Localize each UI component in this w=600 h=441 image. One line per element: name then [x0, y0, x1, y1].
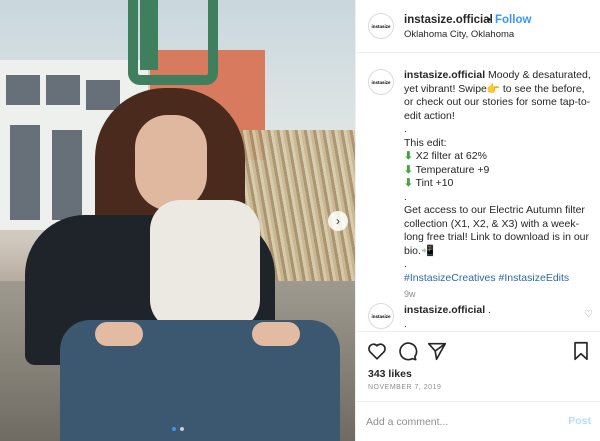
swipe-emoji: 👉 [486, 82, 500, 95]
photo-knee-left [95, 322, 143, 346]
hashtags-link[interactable]: #InstasizeCreatives #InstasizeEdits [404, 272, 592, 286]
edit-line-filter: X2 filter at 62% [415, 150, 487, 162]
caption-dot: . [404, 258, 407, 270]
edit-line-temperature: Temperature +9 [415, 163, 490, 176]
carousel-dots-graphic [171, 427, 184, 431]
comment-like-heart-icon[interactable]: ♡ [584, 309, 593, 320]
caption-username[interactable]: instasize.official [404, 69, 485, 81]
comment-dot: . [404, 319, 407, 330]
photo-sign-bar [140, 0, 158, 70]
edit-heading: This edit: [404, 136, 447, 149]
post-comment-button[interactable]: Post [568, 415, 591, 427]
post-photo[interactable]: › [0, 0, 355, 441]
carousel-next-button[interactable]: › [328, 211, 348, 231]
photo-sweater [150, 200, 260, 330]
edit-line-tint: Tint +10 [415, 177, 454, 189]
caption-text: instasize.official Moody & desaturated, … [404, 69, 592, 285]
avatar-logo-text: instasize [371, 24, 391, 29]
location-link[interactable]: Oklahoma City, Oklahoma [404, 29, 514, 40]
header-username[interactable]: instasize.official [404, 14, 493, 26]
avatar-logo-text: instasize [371, 314, 391, 319]
caption-dot: . [404, 190, 407, 203]
header-separator: • [487, 14, 491, 26]
post-header: instasize instasize.official • Follow Ok… [356, 0, 600, 53]
phone-emoji: 📲 [420, 244, 435, 257]
arrow-down-icon: ⬇ [404, 177, 413, 189]
caption-avatar[interactable]: instasize [368, 69, 394, 95]
heart-icon[interactable] [366, 340, 388, 362]
likes-count[interactable]: 343 likes [368, 368, 412, 380]
arrow-down-icon: ⬇ [404, 163, 413, 176]
chevron-right-icon: › [336, 214, 340, 228]
avatar[interactable]: instasize [368, 13, 394, 39]
post-side-panel: instasize instasize.official • Follow Ok… [355, 0, 600, 441]
caption-dot: . [404, 123, 407, 135]
comment-avatar[interactable]: instasize [368, 303, 394, 329]
avatar-logo-text: instasize [371, 80, 391, 85]
comment-input[interactable] [366, 412, 546, 432]
arrow-down-icon: ⬇ [404, 150, 413, 162]
comment-timestamp: 9w [404, 289, 416, 299]
photo-knee-right [252, 322, 300, 346]
post-date: NOVEMBER 7, 2019 [368, 384, 442, 391]
photo-face [135, 115, 207, 211]
follow-button[interactable]: Follow [495, 14, 531, 26]
comment-icon[interactable] [396, 340, 418, 362]
add-comment-bar: Post [356, 401, 600, 441]
bookmark-icon[interactable] [570, 340, 592, 362]
comments-section[interactable]: instasize instasize.official Moody & des… [356, 53, 600, 331]
comment-username[interactable]: instasize.official . [404, 304, 491, 316]
carousel-dots [0, 423, 355, 435]
share-icon[interactable] [426, 340, 448, 362]
action-bar [356, 331, 600, 371]
